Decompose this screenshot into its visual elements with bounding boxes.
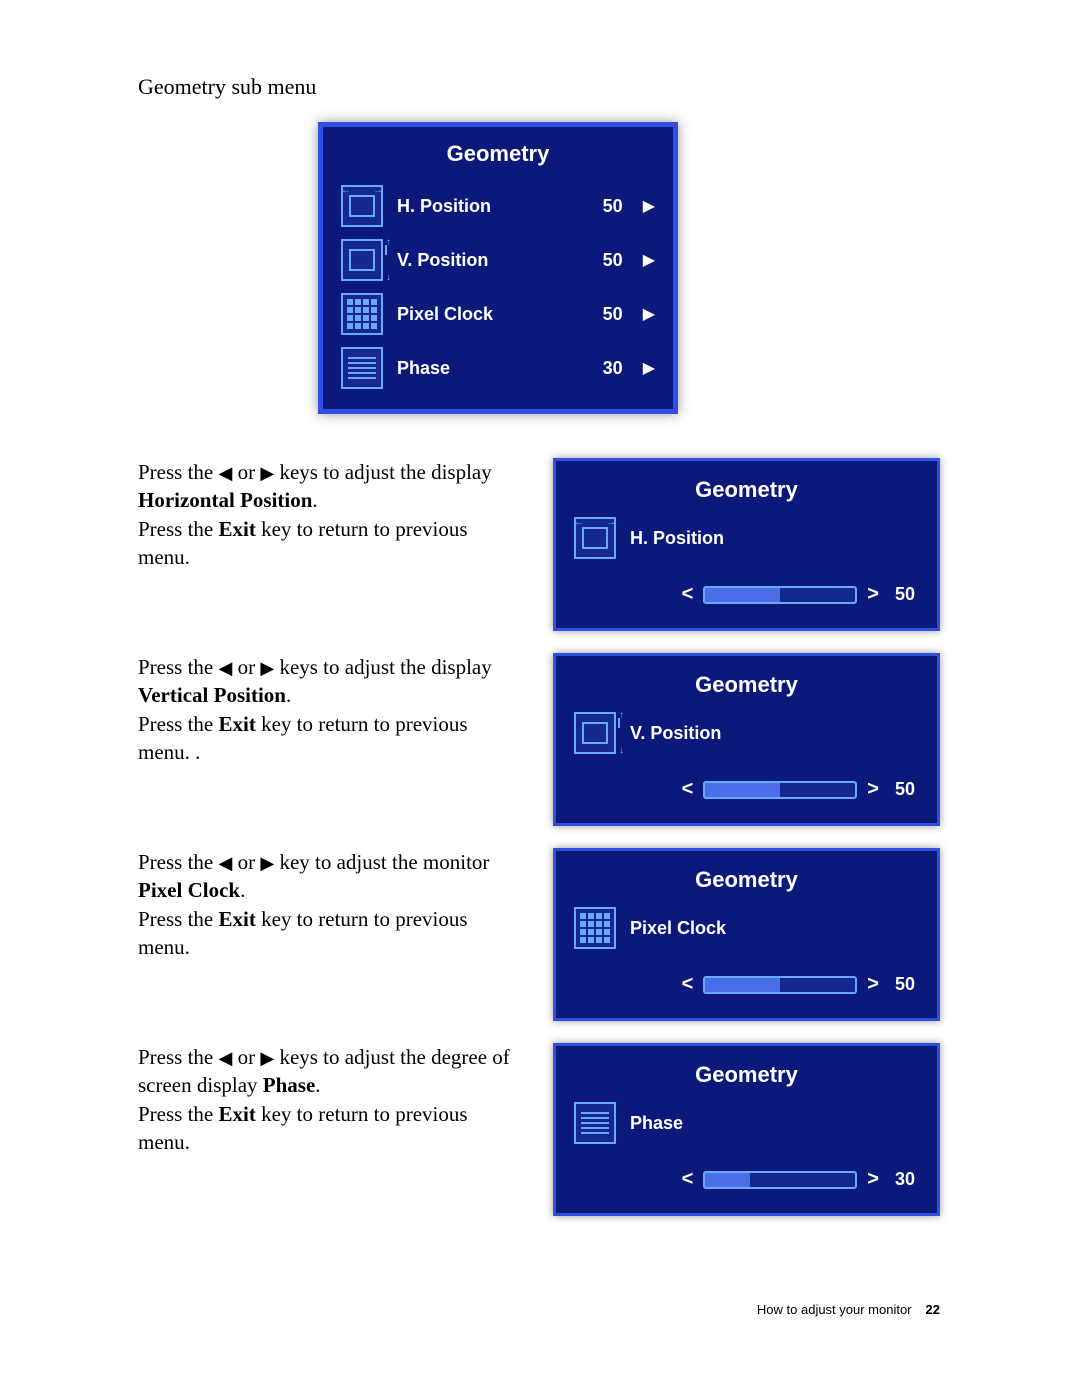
increase-button[interactable]: > xyxy=(867,583,879,606)
pixelclock-icon xyxy=(574,907,616,949)
osd-value: 50 xyxy=(587,304,623,325)
page-footer: How to adjust your monitor 22 xyxy=(757,1302,940,1317)
osd-value: 50 xyxy=(587,250,623,271)
panel-title: Geometry xyxy=(574,666,919,712)
right-arrow-icon[interactable]: ▶ xyxy=(643,304,655,324)
panel-title: Geometry xyxy=(574,1056,919,1102)
param-name: Pixel Clock xyxy=(138,878,240,902)
left-triangle-icon: ◀ xyxy=(219,656,233,680)
decrease-button[interactable]: < xyxy=(682,583,694,606)
panel-row: Pixel Clock xyxy=(574,907,919,949)
right-arrow-icon[interactable]: ▶ xyxy=(643,196,655,216)
panel-label: Phase xyxy=(630,1113,683,1134)
increase-button[interactable]: > xyxy=(867,778,879,801)
panel-label: H. Position xyxy=(630,528,724,549)
pixelclock-icon xyxy=(341,293,383,335)
phase-icon xyxy=(574,1102,616,1144)
value-slider[interactable]: < >50 xyxy=(574,583,919,606)
slider-fill xyxy=(705,783,780,797)
hposition-icon: ←→ xyxy=(341,185,383,227)
slider-fill xyxy=(705,588,780,602)
right-triangle-icon: ▶ xyxy=(260,656,274,680)
exit-key: Exit xyxy=(219,1102,256,1126)
osd-label: H. Position xyxy=(397,196,573,217)
adjust-panel: Geometry Pixel Clock < >50 xyxy=(553,848,940,1021)
instruction-text: Press the ◀ or ▶ key to adjust the monit… xyxy=(138,848,513,961)
exit-key: Exit xyxy=(219,907,256,931)
vposition-icon: ↑↓ xyxy=(574,712,616,754)
panel-label: V. Position xyxy=(630,723,721,744)
panel-label: Pixel Clock xyxy=(630,918,726,939)
increase-button[interactable]: > xyxy=(867,973,879,996)
osd-value: 30 xyxy=(587,358,623,379)
osd-row-hposition[interactable]: ←→ H. Position 50 ▶ xyxy=(323,179,673,233)
panel-title: Geometry xyxy=(574,471,919,517)
osd-label: Phase xyxy=(397,358,573,379)
instruction-section: Press the ◀ or ▶ keys to adjust the disp… xyxy=(138,458,940,631)
adjust-panel: Geometry↑↓ V. Position < >50 xyxy=(553,653,940,826)
osd-row-phase[interactable]: Phase 30 ▶ xyxy=(323,341,673,395)
param-name: Horizontal Position xyxy=(138,488,312,512)
page-heading: Geometry sub menu xyxy=(138,74,940,100)
vposition-icon: ↑↓ xyxy=(341,239,383,281)
instruction-text: Press the ◀ or ▶ keys to adjust the disp… xyxy=(138,653,513,766)
adjust-panel: Geometry←→ H. Position < >50 xyxy=(553,458,940,631)
osd-value: 50 xyxy=(587,196,623,217)
instruction-text: Press the ◀ or ▶ keys to adjust the degr… xyxy=(138,1043,513,1156)
slider-fill xyxy=(705,1173,750,1187)
slider-value: 50 xyxy=(895,584,915,605)
left-triangle-icon: ◀ xyxy=(219,461,233,485)
instruction-section: Press the ◀ or ▶ keys to adjust the disp… xyxy=(138,653,940,826)
panel-row: ↑↓ V. Position xyxy=(574,712,919,754)
footer-text: How to adjust your monitor xyxy=(757,1302,912,1317)
value-slider[interactable]: < >50 xyxy=(574,778,919,801)
right-arrow-icon[interactable]: ▶ xyxy=(643,358,655,378)
hposition-icon: ←→ xyxy=(574,517,616,559)
exit-key: Exit xyxy=(219,712,256,736)
geometry-osd: Geometry ←→ H. Position 50 ▶ ↑↓ V. Posit… xyxy=(318,122,678,414)
left-triangle-icon: ◀ xyxy=(219,1046,233,1070)
decrease-button[interactable]: < xyxy=(682,973,694,996)
slider-track[interactable] xyxy=(703,1171,857,1189)
footer-page-number: 22 xyxy=(926,1302,940,1317)
instruction-section: Press the ◀ or ▶ keys to adjust the degr… xyxy=(138,1043,940,1216)
right-triangle-icon: ▶ xyxy=(260,851,274,875)
param-name: Vertical Position xyxy=(138,683,286,707)
adjust-panel: Geometry Phase < >30 xyxy=(553,1043,940,1216)
exit-key: Exit xyxy=(219,517,256,541)
osd-label: Pixel Clock xyxy=(397,304,573,325)
slider-value: 50 xyxy=(895,974,915,995)
osd-title: Geometry xyxy=(323,127,673,179)
slider-value: 50 xyxy=(895,779,915,800)
slider-value: 30 xyxy=(895,1169,915,1190)
osd-label: V. Position xyxy=(397,250,573,271)
osd-row-vposition[interactable]: ↑↓ V. Position 50 ▶ xyxy=(323,233,673,287)
slider-fill xyxy=(705,978,780,992)
panel-title: Geometry xyxy=(574,861,919,907)
param-name: Phase xyxy=(263,1073,316,1097)
slider-track[interactable] xyxy=(703,781,857,799)
right-triangle-icon: ▶ xyxy=(260,461,274,485)
panel-row: ←→ H. Position xyxy=(574,517,919,559)
decrease-button[interactable]: < xyxy=(682,778,694,801)
right-triangle-icon: ▶ xyxy=(260,1046,274,1070)
value-slider[interactable]: < >30 xyxy=(574,1168,919,1191)
instruction-text: Press the ◀ or ▶ keys to adjust the disp… xyxy=(138,458,513,571)
panel-row: Phase xyxy=(574,1102,919,1144)
decrease-button[interactable]: < xyxy=(682,1168,694,1191)
right-arrow-icon[interactable]: ▶ xyxy=(643,250,655,270)
slider-track[interactable] xyxy=(703,976,857,994)
phase-icon xyxy=(341,347,383,389)
osd-row-pixelclock[interactable]: Pixel Clock 50 ▶ xyxy=(323,287,673,341)
value-slider[interactable]: < >50 xyxy=(574,973,919,996)
left-triangle-icon: ◀ xyxy=(219,851,233,875)
increase-button[interactable]: > xyxy=(867,1168,879,1191)
instruction-section: Press the ◀ or ▶ key to adjust the monit… xyxy=(138,848,940,1021)
slider-track[interactable] xyxy=(703,586,857,604)
